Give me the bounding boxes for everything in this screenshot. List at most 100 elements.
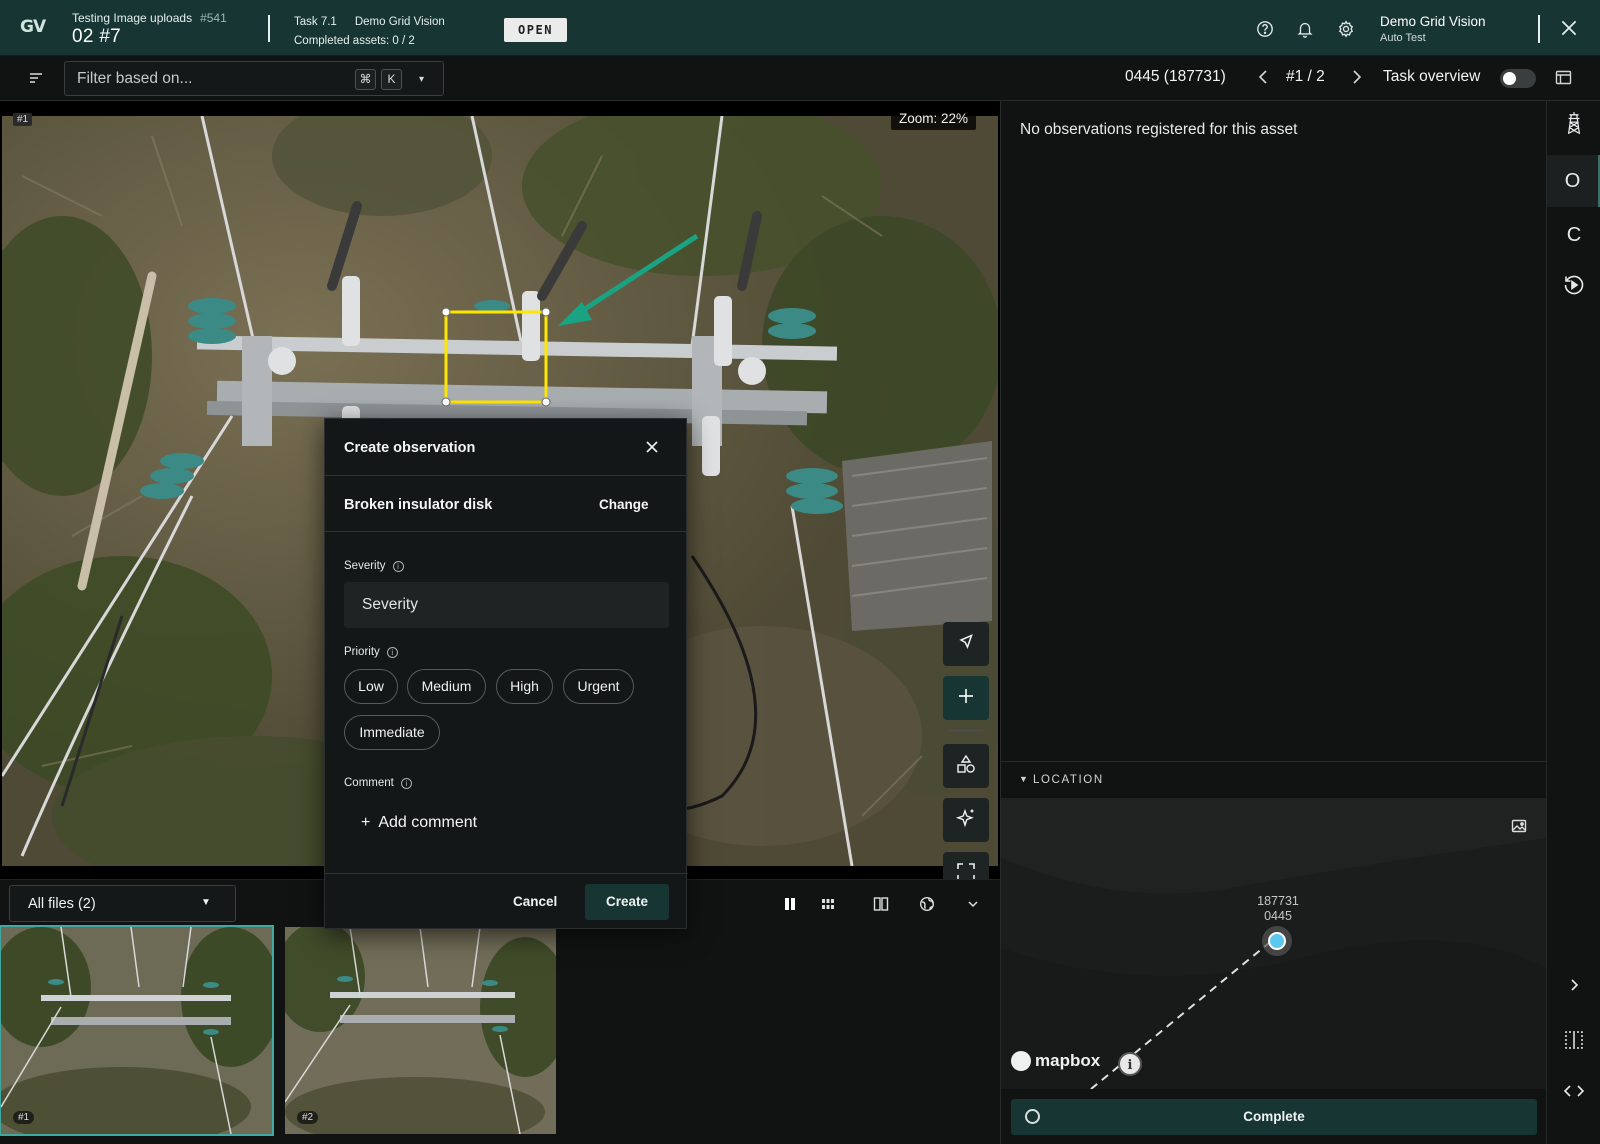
chevron-down-icon[interactable]: ▾ [419, 74, 424, 85]
task-project: Demo Grid Vision [354, 16, 445, 28]
thumbnail-label: #2 [297, 1111, 319, 1124]
files-select[interactable]: All files (2) ▼ [9, 885, 236, 922]
split-panel-icon[interactable] [1547, 1029, 1600, 1055]
location-title: LOCATION [1033, 774, 1104, 786]
close-icon[interactable] [642, 437, 662, 457]
single-view-icon[interactable] [782, 896, 798, 912]
close-icon[interactable] [1558, 17, 1580, 39]
priority-high-button[interactable]: High [496, 669, 553, 704]
ai-detect-button[interactable] [943, 798, 989, 842]
priority-immediate-button[interactable]: Immediate [344, 715, 440, 750]
add-tool-button[interactable] [943, 676, 989, 720]
map-canvas [1001, 798, 1547, 1089]
thumbnail-image [285, 927, 556, 1134]
thumbnail-strip: #1 #2 [0, 925, 1000, 1144]
severity-select[interactable]: Severity [344, 582, 669, 628]
status-badge: OPEN [504, 18, 567, 42]
observation-type-row: Broken insulator disk Change [325, 476, 688, 532]
empty-observations-message: No observations registered for this asse… [1020, 121, 1298, 138]
tower-icon[interactable] [1547, 111, 1600, 141]
shapes-icon [955, 753, 977, 780]
chevron-down-icon: ▼ [201, 897, 211, 908]
task-overview-toggle[interactable] [1500, 69, 1536, 88]
compare-view-icon[interactable] [873, 896, 889, 912]
filter-input[interactable] [77, 70, 337, 88]
add-comment-button[interactable]: + Add comment [361, 814, 477, 832]
asset-toolbar: ⌘ K ▾ 0445 (187731) #1 / 2 Task overview [0, 56, 1600, 101]
priority-urgent-button[interactable]: Urgent [563, 669, 634, 704]
cancel-button[interactable]: Cancel [513, 894, 557, 909]
grid-view-icon[interactable] [820, 896, 836, 912]
image-icon[interactable] [1511, 818, 1527, 834]
chevron-right-icon[interactable] [1547, 977, 1600, 999]
previous-asset-icon[interactable] [1256, 68, 1270, 86]
gear-icon[interactable] [1337, 20, 1355, 38]
thumbnail-1[interactable]: #1 [0, 925, 274, 1136]
app-logo[interactable]: GV [20, 17, 46, 37]
rail-tab-observations[interactable]: O [1547, 155, 1600, 207]
thumbnail-label: #1 [13, 1111, 35, 1124]
zoom-level: Zoom: 22% [891, 108, 977, 130]
project-sub: 02 #7 [72, 26, 122, 47]
dialog-footer: Cancel Create [325, 873, 688, 930]
severity-label-text: Severity [344, 560, 386, 572]
observations-panel: No observations registered for this asse… [1000, 101, 1547, 1144]
dialog-title: Create observation [344, 440, 476, 456]
globe-icon[interactable] [919, 896, 935, 912]
fullscreen-icon [955, 861, 977, 879]
priority-label-text: Priority [344, 646, 380, 658]
mapbox-attribution[interactable]: mapbox [1011, 1051, 1100, 1071]
rail-tab-comments[interactable]: C [1547, 209, 1600, 261]
location-section-header[interactable]: ▼ LOCATION [1001, 761, 1547, 799]
plus-icon [955, 685, 977, 712]
bell-icon[interactable] [1296, 20, 1314, 38]
chevron-down-icon[interactable] [965, 896, 981, 912]
priority-low-button[interactable]: Low [344, 669, 398, 704]
completed-assets: Completed assets: 0 / 2 [294, 35, 415, 47]
panel-layout-icon[interactable] [1555, 69, 1572, 86]
ai-sparkle-icon [955, 807, 977, 834]
help-icon[interactable] [1256, 20, 1274, 38]
history-icon[interactable] [1547, 273, 1600, 303]
code-icon[interactable] [1547, 1083, 1600, 1105]
project-hash: #541 [200, 11, 227, 25]
complete-button[interactable]: Complete [1011, 1099, 1537, 1135]
info-icon[interactable]: i [1118, 1052, 1142, 1076]
create-button[interactable]: Create [585, 884, 669, 920]
info-icon[interactable]: i [386, 646, 398, 658]
plus-icon: + [361, 814, 371, 831]
next-asset-icon[interactable] [1350, 68, 1364, 86]
shapes-tool-button[interactable] [943, 744, 989, 788]
task-overview-label: Task overview [1383, 68, 1481, 85]
priority-label: Priority i [344, 646, 398, 658]
info-icon[interactable]: i [392, 560, 404, 572]
mapbox-text: mapbox [1035, 1051, 1101, 1070]
select-tool-button[interactable] [943, 622, 989, 666]
info-icon[interactable]: i [400, 777, 412, 789]
user-name: Demo Grid Vision [1380, 14, 1486, 29]
task-label: Task 7.1 [294, 16, 337, 28]
comment-label-text: Comment [344, 777, 394, 789]
mapbox-logo-icon [1011, 1051, 1031, 1071]
fullscreen-button[interactable] [943, 852, 989, 879]
change-type-button[interactable]: Change [599, 497, 649, 512]
filter-box[interactable]: ⌘ K ▾ [64, 61, 444, 96]
sort-menu-icon[interactable] [28, 70, 44, 86]
caret-down-icon: ▼ [1019, 774, 1028, 784]
files-select-value: All files (2) [28, 896, 96, 912]
thumbnail-2[interactable]: #2 [285, 927, 556, 1134]
map-marker-id: 187731 [1257, 894, 1299, 908]
user-menu[interactable]: Demo Grid Vision Auto Test [1380, 14, 1486, 44]
location-map[interactable]: 187731 0445 mapbox i [1001, 798, 1547, 1089]
complete-label: Complete [1243, 1109, 1305, 1124]
asset-pager: #1 / 2 [1286, 68, 1325, 85]
image-number: #1 [13, 113, 33, 126]
divider [949, 730, 983, 731]
create-observation-dialog: Create observation Broken insulator disk… [324, 418, 688, 930]
map-marker-code: 0445 [1264, 909, 1292, 923]
severity-placeholder: Severity [362, 596, 418, 613]
thumbnail-image [1, 927, 272, 1134]
asset-id: 0445 (187731) [1125, 68, 1226, 85]
priority-medium-button[interactable]: Medium [407, 669, 486, 704]
project-info[interactable]: Testing Image uploads #541 02 #7 [72, 11, 227, 48]
